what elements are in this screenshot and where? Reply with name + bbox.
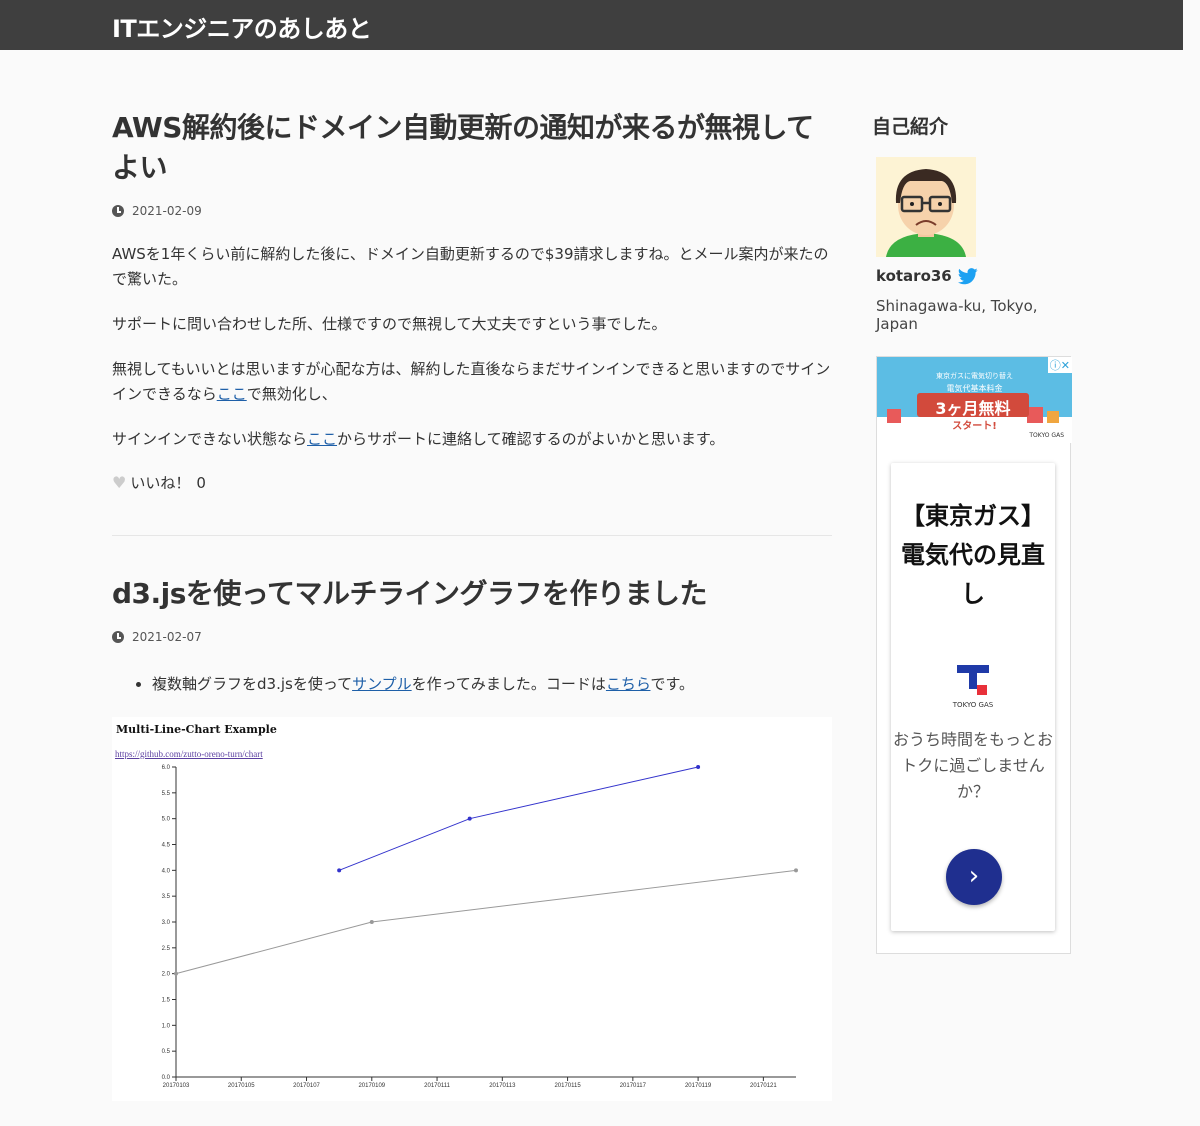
y-tick-label: 4.5 <box>162 843 171 849</box>
paragraph-text: からサポートに連絡して確認するのがよいかと思います。 <box>337 430 725 448</box>
x-tick-label: 20170119 <box>685 1083 712 1089</box>
y-tick-label: 2.5 <box>162 946 171 952</box>
ad-banner-text: 3ヶ月無料 <box>935 399 1011 418</box>
paragraph: 無視してもいいとは思いますが心配な方は、解約した直後ならまだサインインできると思… <box>112 357 832 407</box>
post-divider <box>112 535 832 536</box>
ad-cta-button[interactable]: › <box>946 849 1002 905</box>
ad-banner[interactable]: 東京ガスに電気切り替え 電気代基本料金 3ヶ月無料 スタート! TOKYO GA… <box>877 357 1072 443</box>
list-text: です。 <box>650 675 694 693</box>
ad-close-icon[interactable]: ⓘ✕ <box>1047 357 1072 373</box>
paragraph: サポートに問い合わせした所、仕様ですので無視して大丈夫ですという事でした。 <box>112 315 667 333</box>
y-tick-label: 1.5 <box>162 998 171 1004</box>
series-line <box>175 869 797 975</box>
like-label: いいね！ <box>130 474 191 492</box>
list-text: 複数軸グラフをd3.jsを使って <box>152 675 353 693</box>
avatar-image <box>876 157 976 257</box>
y-tick-label: 0.0 <box>162 1075 171 1081</box>
post-aws: AWS解約後にドメイン自動更新の通知が来るが無視してよい 2021-02-09 … <box>112 108 832 493</box>
x-tick-label: 20170117 <box>620 1083 647 1089</box>
code-link[interactable]: こちら <box>606 675 651 693</box>
ad-banner-top: 東京ガスに電気切り替え <box>936 372 1013 380</box>
post-body: AWSを1年くらい前に解約した後に、ドメイン自動更新するので$39請求しますね。… <box>112 242 832 493</box>
tokyo-gas-logo-icon <box>957 665 989 695</box>
ad-brand: TOKYO GAS <box>952 701 994 709</box>
x-tick-label: 20170107 <box>293 1083 320 1089</box>
ad-banner-brand: TOKYO GAS <box>1029 432 1064 439</box>
data-point <box>794 868 798 873</box>
list-item: 複数軸グラフをd3.jsを使ってサンプルを作ってみました。コードはこちらです。 <box>152 672 832 697</box>
site-title-link[interactable]: ITエンジニアのあしあと <box>112 9 372 44</box>
y-tick-label: 6.0 <box>162 765 171 771</box>
line-chart: 0.0 0.5 1.0 1.5 2.0 2.5 3.0 3.5 4.0 4.5 5.0 5.5 6.0 2… <box>162 765 798 1089</box>
data-point <box>337 868 342 873</box>
sample-link[interactable]: サンプル <box>352 675 412 693</box>
post-meta: 2021-02-07 <box>112 630 832 644</box>
main-content: AWS解約後にドメイン自動更新の通知が来るが無視してよい 2021-02-09 … <box>112 108 832 1101</box>
data-point <box>369 920 374 924</box>
author-location: Shinagawa-ku, Tokyo, Japan <box>876 297 1038 333</box>
data-point <box>174 971 178 976</box>
x-tick-label: 20170111 <box>424 1083 450 1089</box>
x-tick-label: 20170115 <box>554 1083 581 1089</box>
sidebar: 自己紹介 kotaro36 Shinagawa-ku, Tokyo, Japan <box>872 112 1082 333</box>
y-tick-label: 4.0 <box>162 868 171 874</box>
sidebar-heading: 自己紹介 <box>872 116 949 138</box>
post-title[interactable]: AWS解約後にドメイン自動更新の通知が来るが無視してよい <box>112 108 832 188</box>
paragraph: サインインできない状態ならここからサポートに連絡して確認するのがよいかと思います… <box>112 427 832 452</box>
x-tick-label: 20170105 <box>228 1083 255 1089</box>
like-button[interactable]: ♥ いいね！ 0 <box>112 472 832 493</box>
paragraph-text: サインインできない状態なら <box>112 430 308 448</box>
post-meta: 2021-02-09 <box>112 204 832 218</box>
y-tick-label: 0.5 <box>162 1049 171 1055</box>
avatar[interactable] <box>876 157 976 257</box>
signin-link[interactable]: ここ <box>217 385 247 403</box>
twitter-icon[interactable] <box>957 267 978 285</box>
y-tick-label: 2.0 <box>162 972 171 978</box>
heart-icon: ♥ <box>112 473 127 492</box>
paragraph: AWSを1年くらい前に解約した後に、ドメイン自動更新するので$39請求しますね。… <box>112 245 829 288</box>
y-tick-label: 3.5 <box>162 894 171 900</box>
post-date: 2021-02-07 <box>132 630 202 644</box>
author-name[interactable]: kotaro36 <box>876 267 952 285</box>
data-point <box>467 816 472 821</box>
ad-headline: 【東京ガス】電気代の見直し <box>901 502 1045 608</box>
ad-banner-sub: スタート! <box>952 421 997 432</box>
clock-icon <box>112 631 124 643</box>
ad-banner-mid: 電気代基本料金 <box>946 384 1003 393</box>
data-point <box>696 765 701 769</box>
paragraph-text: で無効化し、 <box>246 385 337 403</box>
clock-icon <box>112 205 124 217</box>
ad-card[interactable]: 【東京ガス】電気代の見直し TOKYO GAS おうち時間をもっとおトクに過ごし… <box>891 463 1055 931</box>
y-tick-label: 5.5 <box>162 791 171 797</box>
x-tick-label: 20170103 <box>163 1083 190 1089</box>
chart-image: Multi-Line-Chart Example https://github.… <box>112 717 832 1101</box>
post-title[interactable]: d3.jsを使ってマルチライングラフを作りました <box>112 574 832 614</box>
ad-body-text: おうち時間をもっとおトクに過ごしませんか？ <box>892 730 1053 801</box>
y-tick-label: 1.0 <box>162 1023 171 1029</box>
y-tick-label: 5.0 <box>162 817 171 823</box>
author-row: kotaro36 <box>876 267 1082 285</box>
chevron-right-icon: › <box>968 861 980 891</box>
x-tick-label: 20170113 <box>489 1083 516 1089</box>
y-tick-label: 3.0 <box>162 920 171 926</box>
series-line <box>338 766 699 871</box>
advertisement[interactable]: 東京ガスに電気切り替え 電気代基本料金 3ヶ月無料 スタート! TOKYO GA… <box>876 356 1072 954</box>
post-date: 2021-02-09 <box>132 204 202 218</box>
support-link[interactable]: ここ <box>307 430 337 448</box>
x-tick-label: 20170121 <box>750 1083 777 1089</box>
post-body: 複数軸グラフをd3.jsを使ってサンプルを作ってみました。コードはこちらです。 … <box>112 672 832 1101</box>
list-text: を作ってみました。コードは <box>411 675 606 693</box>
like-count: 0 <box>196 473 206 492</box>
site-header: ITエンジニアのあしあと <box>0 0 1183 50</box>
bullet-list: 複数軸グラフをd3.jsを使ってサンプルを作ってみました。コードはこちらです。 <box>112 672 832 697</box>
post-d3: d3.jsを使ってマルチライングラフを作りました 2021-02-07 複数軸グ… <box>112 574 832 1101</box>
x-tick-label: 20170109 <box>358 1083 385 1089</box>
